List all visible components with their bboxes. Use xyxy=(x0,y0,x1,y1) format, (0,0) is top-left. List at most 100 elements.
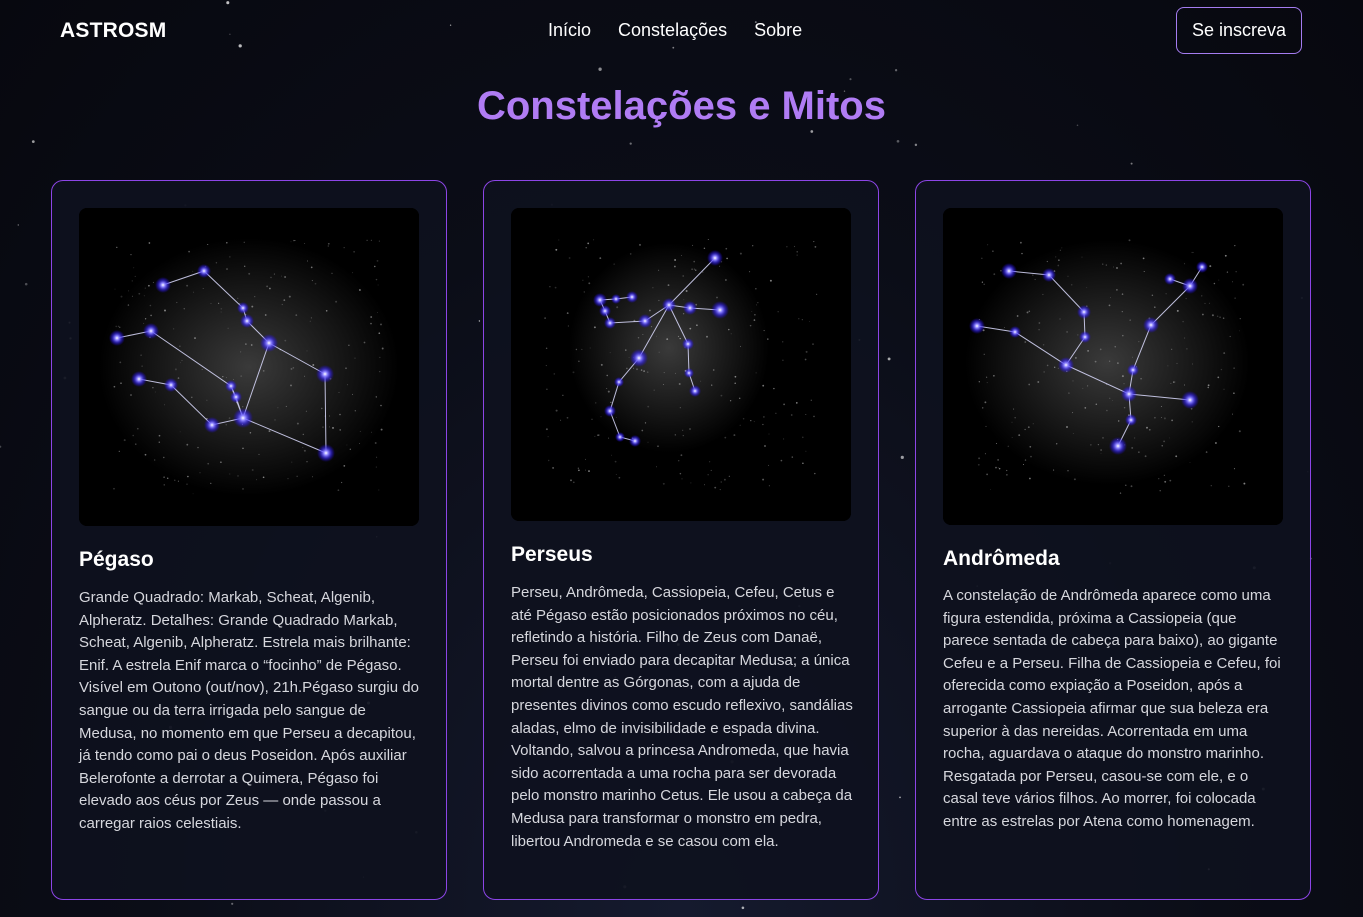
dust-star xyxy=(632,367,634,369)
dust-star xyxy=(689,428,691,430)
dust-star xyxy=(352,393,354,395)
dust-star xyxy=(725,279,727,281)
dust-star xyxy=(591,418,593,420)
dust-star xyxy=(649,309,651,312)
dust-star xyxy=(1160,406,1162,407)
card-andromeda: Andrômeda A constelação de Andrômeda apa… xyxy=(915,180,1311,900)
dust-star xyxy=(128,290,130,292)
dust-star xyxy=(1210,485,1212,487)
dust-star xyxy=(694,269,697,271)
dust-star xyxy=(1121,311,1123,313)
dust-star xyxy=(752,245,754,247)
dust-star xyxy=(193,291,194,293)
nav-link-constelacoes[interactable]: Constelações xyxy=(618,20,727,41)
dust-star xyxy=(302,447,304,448)
dust-star xyxy=(544,317,546,319)
dust-star xyxy=(210,482,212,485)
dust-star xyxy=(720,481,722,483)
dust-star xyxy=(629,253,632,255)
dust-star xyxy=(577,467,579,469)
dust-star xyxy=(615,474,617,475)
dust-star xyxy=(594,435,596,437)
dust-star xyxy=(346,444,348,446)
dust-star xyxy=(346,384,349,386)
dust-star xyxy=(192,493,194,495)
dust-star xyxy=(658,269,660,271)
dust-star xyxy=(674,372,676,374)
dust-star xyxy=(305,410,307,412)
dust-star xyxy=(795,402,798,404)
dust-star xyxy=(144,453,147,456)
dust-star xyxy=(1191,363,1193,365)
dust-star xyxy=(984,453,986,455)
constellation-perseus-icon xyxy=(511,208,851,521)
dust-star xyxy=(225,377,227,379)
dust-star xyxy=(375,396,377,398)
dust-star xyxy=(148,242,151,244)
dust-star xyxy=(583,291,585,293)
dust-star xyxy=(600,416,602,418)
background-star xyxy=(887,357,891,361)
dust-star xyxy=(1099,348,1102,351)
dust-star xyxy=(683,299,685,301)
dust-star xyxy=(751,311,753,313)
subscribe-button[interactable]: Se inscreva xyxy=(1176,7,1302,54)
dust-star xyxy=(680,255,682,256)
dust-star xyxy=(268,430,271,433)
dust-star xyxy=(254,296,256,298)
dust-star xyxy=(692,244,694,246)
dust-star xyxy=(158,434,161,437)
dust-star xyxy=(987,244,989,246)
dust-star xyxy=(1066,426,1068,428)
dust-star xyxy=(1067,470,1069,472)
dust-star xyxy=(981,281,984,283)
dust-star xyxy=(207,462,210,465)
dust-star xyxy=(1087,350,1089,352)
dust-star xyxy=(1056,443,1058,445)
dust-star xyxy=(1142,257,1145,260)
pegasus-constellation-image xyxy=(79,208,419,526)
dust-star xyxy=(352,272,354,274)
dust-star xyxy=(1224,254,1227,257)
dust-star xyxy=(730,333,732,335)
dust-star xyxy=(1144,455,1147,458)
dust-star xyxy=(339,413,341,416)
dust-star xyxy=(762,384,765,387)
dust-star xyxy=(312,476,314,478)
dust-star xyxy=(304,243,306,244)
dust-star xyxy=(724,436,727,439)
dust-star xyxy=(1204,302,1206,304)
dust-star xyxy=(739,424,741,426)
nav-link-sobre[interactable]: Sobre xyxy=(754,20,802,41)
dust-star xyxy=(163,456,165,459)
dust-star xyxy=(1184,337,1186,339)
dust-star xyxy=(1218,279,1220,281)
dust-star xyxy=(767,338,769,340)
dust-star xyxy=(337,489,340,492)
dust-star xyxy=(707,238,709,241)
dust-star xyxy=(310,317,313,319)
dust-star xyxy=(567,325,569,327)
dust-star xyxy=(674,265,676,268)
nav-link-inicio[interactable]: Início xyxy=(548,20,591,41)
dust-star xyxy=(1129,319,1131,321)
dust-star xyxy=(1171,348,1173,350)
dust-star xyxy=(658,351,660,353)
dust-star xyxy=(555,248,558,251)
dust-star xyxy=(152,281,154,283)
dust-star xyxy=(1170,382,1172,384)
dust-star xyxy=(309,320,311,322)
dust-star xyxy=(192,270,194,272)
dust-star xyxy=(202,288,204,289)
dust-star xyxy=(656,466,657,468)
dust-star xyxy=(376,260,379,262)
dust-star xyxy=(581,348,583,350)
dust-star xyxy=(978,381,980,383)
background-star xyxy=(849,78,852,81)
dust-star xyxy=(768,433,770,435)
brand-logo[interactable]: ASTROSM xyxy=(60,19,166,43)
dust-star xyxy=(281,275,282,277)
dust-star xyxy=(764,445,766,447)
dust-star xyxy=(1146,426,1148,429)
dust-star xyxy=(251,469,254,471)
